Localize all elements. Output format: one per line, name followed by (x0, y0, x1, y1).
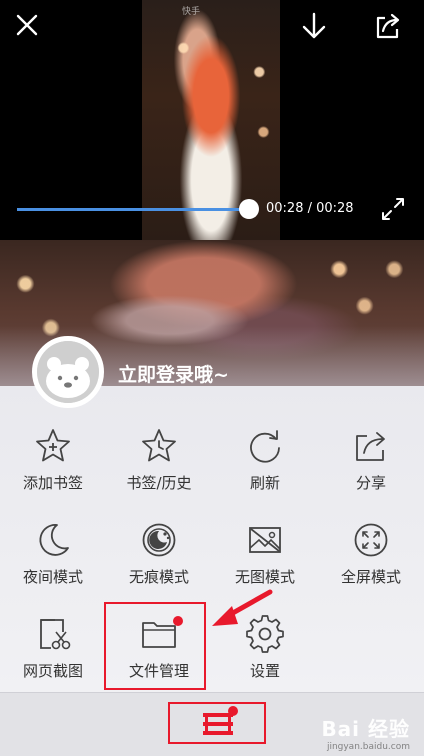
download-button[interactable] (296, 8, 332, 44)
share-top-button[interactable] (370, 8, 406, 44)
browser-menu-panel: 添加书签 书签/历史 刷新 分享 夜间模式 无痕模式 无图模式 全屏模式 网页截… (0, 386, 424, 692)
star-clock-icon (137, 426, 181, 466)
no-image-icon (243, 520, 287, 560)
menu-item-fullscreen[interactable]: 全屏模式 (318, 480, 424, 586)
gear-icon (243, 614, 287, 654)
incognito-icon (137, 520, 181, 560)
progress-bar[interactable] (17, 199, 259, 219)
time-readout: 00:28 / 00:28 (266, 201, 354, 216)
share-icon (349, 426, 393, 466)
menu-item-incognito[interactable]: 无痕模式 (106, 480, 212, 586)
avatar[interactable] (32, 336, 104, 408)
menu-item-label: 网页截图 (22, 662, 83, 680)
moon-icon (31, 520, 75, 560)
watermark-url: jingyan.baidu.com (326, 742, 410, 752)
menu-item-bookmarks-history[interactable]: 书签/历史 (106, 386, 212, 492)
menu-item-label: 全屏模式 (340, 568, 401, 586)
video-fullscreen-button[interactable] (378, 194, 408, 224)
menu-item-no-image[interactable]: 无图模式 (212, 480, 318, 586)
menu-item-settings[interactable]: 设置 (212, 574, 318, 680)
menu-item-refresh[interactable]: 刷新 (212, 386, 318, 492)
close-button[interactable] (10, 8, 44, 42)
screenshot-scissors-icon (31, 614, 75, 654)
close-icon (16, 14, 38, 36)
progress-handle[interactable] (239, 199, 259, 219)
refresh-icon (243, 426, 287, 466)
expand-icon (382, 198, 404, 220)
download-arrow-icon (302, 12, 326, 39)
watermark-brand: Bai 经验 (321, 717, 410, 741)
video-frame: 快手 (142, 0, 280, 240)
star-plus-icon (31, 426, 75, 466)
bear-avatar-icon (37, 341, 99, 403)
highlight-box-menu-toggle (168, 702, 266, 744)
progress-fill (17, 208, 249, 211)
login-prompt[interactable]: 立即登录哦~ (118, 360, 229, 387)
fullscreen-icon (349, 520, 393, 560)
menu-item-label: 设置 (249, 662, 280, 680)
menu-item-screenshot[interactable]: 网页截图 (0, 574, 106, 680)
menu-item-night-mode[interactable]: 夜间模式 (0, 480, 106, 586)
highlight-box-file-manager (104, 602, 206, 690)
video-watermark: 快手 (182, 7, 201, 17)
video-player[interactable]: 快手 00:28 / 00:28 (0, 0, 424, 240)
footer-watermark: Bai 经验 jingyan.baidu.com (321, 713, 410, 752)
share-icon (376, 13, 400, 39)
menu-item-share[interactable]: 分享 (318, 386, 424, 492)
